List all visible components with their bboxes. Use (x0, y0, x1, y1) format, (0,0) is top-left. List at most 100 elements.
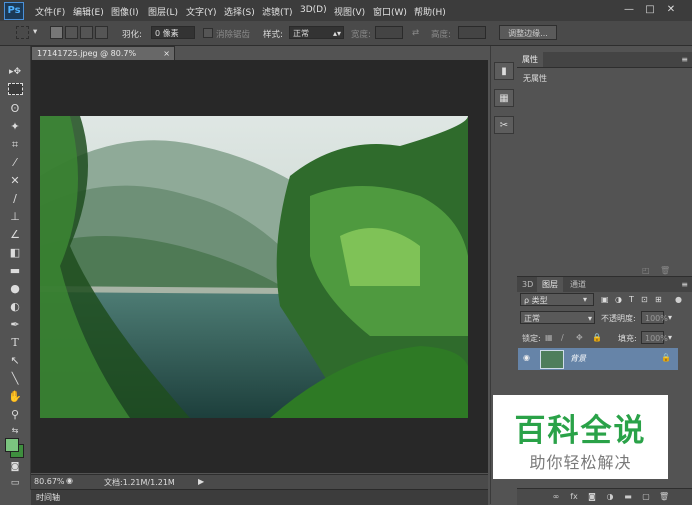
dodge-tool-icon[interactable]: ◐ (6, 299, 24, 314)
pen-tool-icon[interactable]: ✒ (6, 317, 24, 332)
lock-position-icon[interactable]: ✥ (576, 333, 583, 342)
status-arrow-icon[interactable]: ▶ (198, 477, 204, 486)
new-layer-icon[interactable]: ▢ (641, 492, 651, 502)
add-selection-icon[interactable] (65, 26, 78, 39)
foreground-color-swatch[interactable] (5, 438, 19, 452)
filter-type-icon[interactable]: T (629, 295, 634, 304)
filter-pixel-icon[interactable]: ▣ (601, 295, 609, 304)
adjustment-layer-icon[interactable]: ◑ (605, 492, 615, 502)
filter-adjustment-icon[interactable]: ◑ (615, 295, 622, 304)
document-info: 文档:1.21M/1.21M (104, 478, 175, 487)
height-input[interactable] (458, 26, 486, 39)
lock-all-icon[interactable]: 🔒 (592, 333, 602, 342)
filter-smart-icon[interactable]: ⊞ (655, 295, 662, 304)
marquee-preset-icon[interactable] (16, 26, 29, 39)
lock-transparent-icon[interactable]: ▦ (545, 333, 553, 342)
menu-window[interactable]: 窗口(W) (373, 5, 407, 18)
menu-filter[interactable]: 滤镜(T) (262, 5, 293, 18)
tab-channels[interactable]: 通道 (565, 277, 591, 292)
history-panel-icon[interactable]: ▮ (494, 62, 514, 80)
eyedropper-tool-icon[interactable]: ⁄ (6, 155, 24, 170)
delete-layer-icon[interactable]: 🗑 (659, 492, 669, 502)
add-mask-icon[interactable]: ◙ (587, 492, 597, 502)
layer-name[interactable]: 背景 (570, 353, 586, 364)
landscape-photo[interactable] (40, 116, 468, 418)
menu-type[interactable]: 文字(Y) (186, 5, 217, 18)
intersect-selection-icon[interactable] (95, 26, 108, 39)
menu-view[interactable]: 视图(V) (334, 5, 365, 18)
line-tool-icon[interactable]: ╲ (6, 371, 24, 386)
no-properties-text: 无属性 (523, 74, 547, 83)
move-tool-icon[interactable]: ▸✥ (6, 65, 24, 80)
swap-colors-icon[interactable]: ⇆ (6, 423, 24, 438)
tab-properties[interactable]: 属性 (517, 52, 543, 67)
properties-panel-icon[interactable]: ▦ (494, 89, 514, 107)
width-input[interactable] (375, 26, 403, 39)
eraser-tool-icon[interactable]: ◧ (6, 245, 24, 260)
quick-mask-icon[interactable]: ◙ (6, 460, 24, 475)
tab-layers[interactable]: 图层 (537, 277, 563, 292)
panel-menu-icon[interactable]: ≡ (681, 55, 688, 64)
menu-select[interactable]: 选择(S) (224, 5, 255, 18)
menu-3d[interactable]: 3D(D) (300, 5, 327, 15)
feather-input[interactable]: 0 像素 (151, 26, 195, 39)
timeline-label[interactable]: 时间轴 (36, 492, 60, 503)
status-icon[interactable]: ◉ (66, 476, 73, 485)
fill-label: 填充: (618, 334, 637, 343)
menu-file[interactable]: 文件(F) (35, 5, 65, 18)
properties-delete-icon[interactable]: 🗑 (660, 266, 670, 275)
zoom-level[interactable]: 80.67% (34, 477, 65, 486)
lasso-tool-icon[interactable]: ʘ (6, 101, 24, 116)
path-selection-tool-icon[interactable]: ↖ (6, 353, 24, 368)
opacity-label: 不透明度: (601, 314, 636, 323)
swap-icon[interactable]: ⇄ (412, 28, 419, 38)
history-brush-tool-icon[interactable]: ∠ (6, 227, 24, 242)
crop-tool-icon[interactable]: ⌗ (6, 137, 24, 152)
filter-shape-icon[interactable]: ⊡ (641, 295, 648, 304)
close-window-button[interactable]: ✕ (664, 3, 678, 16)
antialias-label: 消除锯齿 (216, 30, 251, 40)
maximize-button[interactable]: □ (643, 3, 657, 16)
type-tool-icon[interactable]: T (6, 335, 24, 350)
fill-chevron-icon[interactable]: ▾ (668, 333, 672, 342)
antialias-checkbox[interactable] (203, 28, 213, 38)
minimize-button[interactable]: — (622, 3, 636, 16)
tools-panel-icon[interactable]: ✂ (494, 116, 514, 134)
chevron-down-icon[interactable]: ▾ (33, 27, 37, 37)
blur-tool-icon[interactable]: ● (6, 281, 24, 296)
close-tab-icon[interactable]: × (163, 47, 170, 61)
screen-mode-icon[interactable]: ▭ (6, 476, 24, 491)
filter-chevron-icon[interactable]: ▾ (583, 295, 587, 304)
gradient-tool-icon[interactable]: ▬ (6, 263, 24, 278)
marquee-tool-icon[interactable] (8, 83, 23, 95)
brush-tool-icon[interactable]: ∕ (6, 191, 24, 206)
healing-brush-tool-icon[interactable]: ✕ (6, 173, 24, 188)
style-select[interactable]: 正常 ▴▾ (289, 26, 344, 39)
subtract-selection-icon[interactable] (80, 26, 93, 39)
filter-toggle-icon[interactable]: ● (675, 295, 682, 304)
new-selection-icon[interactable] (50, 26, 63, 39)
layers-menu-icon[interactable]: ≡ (681, 280, 688, 289)
layer-style-icon[interactable]: fx (569, 492, 579, 502)
opacity-chevron-icon[interactable]: ▾ (668, 313, 672, 322)
zoom-tool-icon[interactable]: ⚲ (6, 407, 24, 422)
fill-input[interactable]: 100% (641, 331, 668, 344)
document-tab[interactable]: 17141725.jpeg @ 80.7%(RGB/8#) × (31, 46, 175, 72)
properties-icon-a[interactable]: ◰ (642, 266, 650, 275)
lock-pixels-icon[interactable]: ∕ (561, 333, 564, 342)
magic-wand-tool-icon[interactable]: ✦ (6, 119, 24, 134)
blend-mode-select[interactable]: 正常 ▾ (520, 311, 595, 324)
link-layers-icon[interactable]: ∞ (551, 492, 561, 502)
new-group-icon[interactable]: ▬ (623, 492, 633, 502)
opacity-input[interactable]: 100% (641, 311, 668, 324)
refine-edge-button[interactable]: 调整边缘... (499, 25, 557, 40)
menu-layer[interactable]: 图层(L) (148, 5, 178, 18)
clone-stamp-tool-icon[interactable]: ⊥ (6, 209, 24, 224)
tab-3d[interactable]: 3D (517, 277, 538, 292)
visibility-eye-icon[interactable]: ◉ (523, 353, 530, 362)
layer-row[interactable]: ◉ 背景 🔒 (518, 348, 678, 370)
menu-help[interactable]: 帮助(H) (414, 5, 446, 18)
menu-edit[interactable]: 编辑(E) (73, 5, 104, 18)
hand-tool-icon[interactable]: ✋ (6, 389, 24, 404)
menu-image[interactable]: 图像(I) (111, 5, 139, 18)
